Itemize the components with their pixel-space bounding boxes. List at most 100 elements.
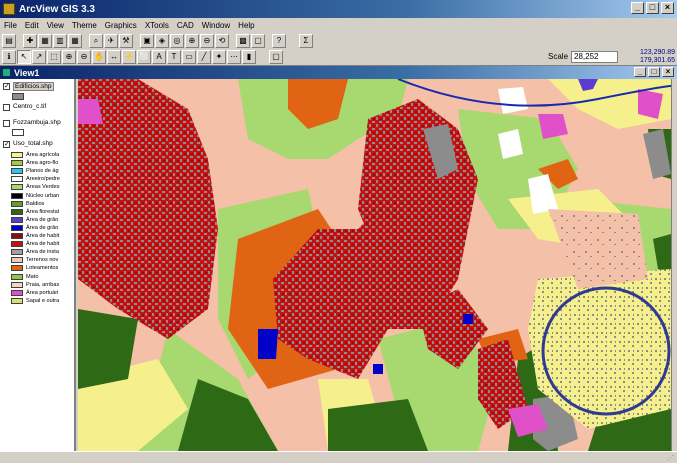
theme-edificios-checkbox[interactable]: ✓ xyxy=(3,83,10,90)
view-maximize-button[interactable]: □ xyxy=(648,67,660,77)
map-display[interactable] xyxy=(78,79,671,451)
area-of-interest-icon[interactable]: ⬜ xyxy=(137,50,151,64)
app-title: ArcView GIS 3.3 xyxy=(19,3,95,15)
legend-item: Área de insta xyxy=(11,248,74,256)
legend-item: Área de habit xyxy=(11,240,74,248)
identify-icon[interactable]: ℹ xyxy=(2,50,16,64)
draw-line-icon[interactable]: ╱ xyxy=(197,50,211,64)
legend-swatch xyxy=(11,160,23,167)
legend-swatch xyxy=(11,152,23,158)
menu-xtools[interactable]: XTools xyxy=(141,21,173,30)
tool-bar: ℹ ↖ ↗ ⬚ ⊕ ⊖ ✋ ↔ ⚡ ⬜ A T ▭ ╱ ✦ ⋯ ▮ ▢ Scal… xyxy=(0,49,677,66)
hotlink-icon[interactable]: ⚡ xyxy=(122,50,136,64)
theme-fozzambuja-checkbox[interactable] xyxy=(3,120,10,127)
legend-label: Sapal e outra xyxy=(26,297,60,304)
menu-help[interactable]: Help xyxy=(234,21,258,30)
menu-window[interactable]: Window xyxy=(198,21,234,30)
legend-label: Núcleo urban xyxy=(26,192,60,199)
theme-centro-name[interactable]: Centro_c.tif xyxy=(13,103,46,110)
status-bar: ⋰ xyxy=(0,451,677,463)
legend-label: Área de grân xyxy=(26,224,59,231)
legend-swatch xyxy=(11,176,23,183)
add-theme-icon[interactable]: ✚ xyxy=(23,33,37,48)
theme-centro-checkbox[interactable] xyxy=(3,104,10,111)
open-table-icon[interactable]: ▦ xyxy=(68,33,82,48)
legend-label: Áreas Verdes xyxy=(26,184,60,191)
edificios-symbol xyxy=(12,93,24,100)
map-scrollbar[interactable] xyxy=(671,79,677,451)
label-icon[interactable]: A xyxy=(152,50,166,64)
measure-icon[interactable]: ↔ xyxy=(107,50,121,64)
edit-legend-icon[interactable]: ▥ xyxy=(53,33,67,48)
legend-label: Areeiro/pedre xyxy=(26,176,60,183)
view-title: View1 xyxy=(14,67,40,78)
theme-edificios-name[interactable]: Edificios.shp xyxy=(13,82,54,91)
menu-cad[interactable]: CAD xyxy=(173,21,198,30)
view-window-icon xyxy=(2,68,11,77)
zoom-selected-icon[interactable]: ◎ xyxy=(170,33,184,48)
extension-tool-icon[interactable]: ▢ xyxy=(269,50,283,64)
maximize-button[interactable]: □ xyxy=(646,2,659,14)
menu-view[interactable]: View xyxy=(43,21,68,30)
view-minimize-button[interactable]: _ xyxy=(634,67,646,77)
query-builder-icon[interactable]: ⚒ xyxy=(119,33,133,48)
snap-icon[interactable]: ✦ xyxy=(212,50,226,64)
legend-swatch xyxy=(11,216,23,223)
zoom-in-fixed-icon[interactable]: ⊕ xyxy=(185,33,199,48)
legend-item: Área de habit xyxy=(11,232,74,240)
legend-swatch xyxy=(11,184,23,191)
sum-statistics-icon[interactable]: Σ xyxy=(299,33,313,48)
help-pointer-icon[interactable]: ? xyxy=(272,33,286,48)
menu-theme[interactable]: Theme xyxy=(68,21,101,30)
resize-grip-icon[interactable]: ⋰ xyxy=(667,454,674,462)
legend-swatch xyxy=(11,281,23,288)
legend-item: Baldios xyxy=(11,200,74,208)
legend-label: Praia, arribas xyxy=(26,281,60,288)
legend-item: Planos de ág xyxy=(11,167,74,175)
legend-swatch xyxy=(11,200,23,207)
find-icon[interactable]: ⌕ xyxy=(89,33,103,48)
locate-address-icon[interactable]: ✈ xyxy=(104,33,118,48)
pointer-icon[interactable]: ↖ xyxy=(17,50,31,64)
fozzambuja-symbol xyxy=(12,129,24,136)
minimize-button[interactable]: _ xyxy=(631,2,644,14)
chart-icon[interactable]: ▮ xyxy=(242,50,256,64)
zoom-full-extent-icon[interactable]: ▣ xyxy=(140,33,154,48)
scale-input[interactable]: 28,252 xyxy=(571,51,618,63)
legend-item: Área portuári xyxy=(11,289,74,297)
zoom-active-themes-icon[interactable]: ◈ xyxy=(155,33,169,48)
legend-item: Areeiro/pedre xyxy=(11,175,74,183)
select-features-icon[interactable]: ▩ xyxy=(236,33,250,48)
zoom-out-fixed-icon[interactable]: ⊖ xyxy=(200,33,214,48)
vertex-edit-icon[interactable]: ↗ xyxy=(32,50,46,64)
legend-label: Área agrícola xyxy=(26,152,60,158)
text-icon[interactable]: T xyxy=(167,50,181,64)
save-project-icon[interactable]: ▤ xyxy=(2,33,16,48)
large-facility-blue-1 xyxy=(258,329,278,359)
draw-icon[interactable]: ▭ xyxy=(182,50,196,64)
select-feature-icon[interactable]: ⬚ xyxy=(47,50,61,64)
legend-label: Área de habit xyxy=(26,241,60,248)
legend-label: Mato xyxy=(26,273,39,280)
zoom-out-icon[interactable]: ⊖ xyxy=(77,50,91,64)
menu-file[interactable]: File xyxy=(0,21,21,30)
close-button[interactable]: × xyxy=(661,2,674,14)
zoom-previous-icon[interactable]: ⟲ xyxy=(215,33,229,48)
clear-selection-icon[interactable]: ▢ xyxy=(251,33,265,48)
theme-uso-total-checkbox[interactable]: ✓ xyxy=(3,141,10,148)
legend-item: Áreas Verdes xyxy=(11,183,74,191)
theme-uso-total-name[interactable]: Uso_total.shp xyxy=(13,140,53,147)
menu-edit[interactable]: Edit xyxy=(21,21,43,30)
legend-label: Planos de ág xyxy=(26,168,59,175)
legend-label: Área portuári xyxy=(26,289,59,296)
split-icon[interactable]: ⋯ xyxy=(227,50,241,64)
theme-properties-icon[interactable]: ▦ xyxy=(38,33,52,48)
theme-fozzambuja-name[interactable]: Fozzambuja.shp xyxy=(13,119,61,126)
view-close-button[interactable]: × xyxy=(662,67,674,77)
zoom-in-icon[interactable]: ⊕ xyxy=(62,50,76,64)
pan-icon[interactable]: ✋ xyxy=(92,50,106,64)
menu-bar: File Edit View Theme Graphics XTools CAD… xyxy=(0,18,677,32)
legend-item: Área de grân xyxy=(11,224,74,232)
map-canvas[interactable] xyxy=(78,79,671,451)
menu-graphics[interactable]: Graphics xyxy=(101,21,141,30)
